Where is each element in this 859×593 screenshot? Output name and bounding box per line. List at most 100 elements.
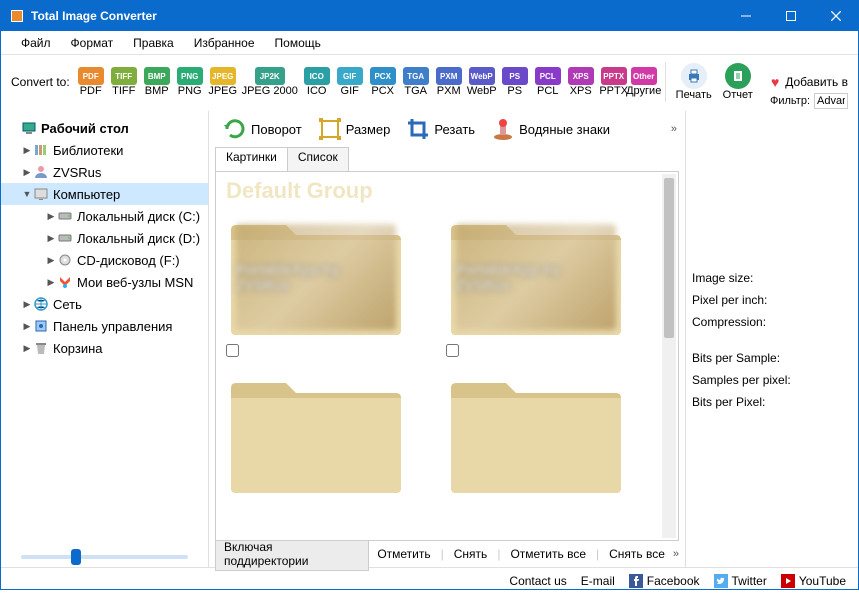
report-button[interactable]: Отчет	[716, 63, 760, 101]
tree-item-pc[interactable]: ▼ Компьютер	[1, 183, 208, 205]
format-tga[interactable]: TGATGA	[401, 67, 431, 97]
folder-thumbnail[interactable]: PortableApp by ZVSRus	[226, 210, 406, 362]
tree-item-user[interactable]: ▶ ZVSRus	[1, 161, 208, 183]
tree-item-drive[interactable]: ▶ Локальный диск (D:)	[1, 227, 208, 249]
email-link[interactable]: E-mail	[581, 574, 615, 588]
uncheck-all-button[interactable]: Снять все	[601, 545, 673, 563]
tree-item-desktop[interactable]: Рабочий стол	[1, 117, 208, 139]
info-panel: Image size: Pixel per inch: Compression:…	[686, 111, 858, 567]
prop-compression: Compression:	[692, 315, 766, 329]
tab-pictures[interactable]: Картинки	[215, 147, 288, 171]
menu-format[interactable]: Формат	[61, 31, 124, 54]
minimize-button[interactable]	[723, 1, 768, 31]
view-tabs: Картинки Список	[209, 147, 685, 171]
user-icon	[33, 164, 49, 180]
include-subdir-button[interactable]: Включая поддиректории	[215, 537, 369, 571]
thumbnail-size-slider[interactable]	[21, 555, 188, 559]
format-pcl[interactable]: PCLPCL	[533, 67, 563, 97]
format-tiff[interactable]: TIFFTIFF	[109, 67, 139, 97]
rotate-icon	[223, 117, 247, 141]
toolbar-overflow-icon[interactable]: »	[671, 123, 677, 135]
printer-icon	[686, 68, 702, 84]
menu-favorites[interactable]: Избранное	[184, 31, 265, 54]
tree-item-net[interactable]: ▶ Сеть	[1, 293, 208, 315]
app-logo-icon	[9, 8, 25, 24]
format-other-label: Другие	[626, 85, 661, 97]
format-other[interactable]: Other Другие	[629, 67, 659, 97]
folder-thumbnail[interactable]	[226, 368, 406, 498]
desktop-icon	[21, 120, 37, 136]
titlebar: Total Image Converter	[1, 1, 858, 31]
format-ps[interactable]: PSPS	[500, 67, 530, 97]
check-all-button[interactable]: Отметить все	[502, 545, 594, 563]
msn-icon	[57, 274, 73, 290]
tree-item-drive[interactable]: ▶ Локальный диск (C:)	[1, 205, 208, 227]
tab-list[interactable]: Список	[287, 147, 349, 171]
format-ico[interactable]: ICOICO	[302, 67, 332, 97]
crop-button[interactable]: Резать	[400, 115, 481, 143]
group-title: Default Group	[226, 178, 668, 204]
format-bmp[interactable]: BMPBMP	[142, 67, 172, 97]
menu-help[interactable]: Помощь	[265, 31, 331, 54]
main-area: Рабочий стол▶ Библиотеки▶ ZVSRus▼ Компью…	[1, 111, 858, 567]
content-panel: Поворот Размер Резать Водяные знаки » Ка…	[209, 111, 686, 567]
format-gif[interactable]: GIFGIF	[335, 67, 365, 97]
rotate-button[interactable]: Поворот	[217, 115, 308, 143]
expand-arrow-icon: ▶	[45, 211, 57, 222]
format-webp[interactable]: WebPWebP	[467, 67, 497, 97]
expand-arrow-icon: ▶	[45, 277, 57, 288]
expand-arrow-icon: ▶	[21, 145, 33, 156]
thumbnail-checkbox[interactable]	[446, 344, 459, 357]
report-icon	[730, 68, 746, 84]
crop-icon	[406, 117, 430, 141]
facebook-link[interactable]: Facebook	[629, 574, 700, 588]
close-button[interactable]	[813, 1, 858, 31]
maximize-button[interactable]	[768, 1, 813, 31]
contact-link[interactable]: Contact us	[509, 574, 566, 588]
youtube-link[interactable]: YouTube	[781, 574, 846, 588]
menu-edit[interactable]: Правка	[123, 31, 184, 54]
uncheck-button[interactable]: Снять	[446, 545, 496, 563]
menubar: Файл Формат Правка Избранное Помощь	[1, 31, 858, 55]
twitter-link[interactable]: Twitter	[714, 574, 767, 588]
heart-icon: ♥	[771, 74, 779, 90]
format-png[interactable]: PNGPNG	[175, 67, 205, 97]
trash-icon	[33, 340, 49, 356]
prop-ppi: Pixel per inch:	[692, 293, 767, 307]
expand-arrow-icon: ▶	[21, 299, 33, 310]
expand-arrow-icon: ▼	[21, 189, 33, 199]
tree-item-msn[interactable]: ▶ Мои веб-узлы MSN	[1, 271, 208, 293]
format-pdf[interactable]: PDFPDF	[76, 67, 106, 97]
watermark-button[interactable]: Водяные знаки	[485, 115, 616, 143]
statusbar: Contact us E-mail Facebook Twitter YouTu…	[1, 567, 858, 593]
edit-toolbar: Поворот Размер Резать Водяные знаки »	[209, 111, 685, 147]
menu-file[interactable]: Файл	[11, 31, 61, 54]
print-button[interactable]: Печать	[672, 63, 716, 101]
folder-thumbnail[interactable]	[446, 368, 626, 498]
check-button[interactable]: Отметить	[369, 545, 438, 563]
format-pcx[interactable]: PCXPCX	[368, 67, 398, 97]
folder-thumbnail[interactable]: PortableApp by ZVSRus	[446, 210, 626, 362]
expand-arrow-icon: ▶	[21, 321, 33, 332]
resize-button[interactable]: Размер	[312, 115, 397, 143]
folder-icon	[226, 368, 406, 498]
format-xps[interactable]: XPSXPS	[566, 67, 596, 97]
thumbnail-checkbox[interactable]	[226, 344, 239, 357]
favorite-link[interactable]: Добавить в	[785, 75, 848, 89]
format-jpeg[interactable]: JPEGJPEG	[208, 67, 238, 97]
tree-item-trash[interactable]: ▶ Корзина	[1, 337, 208, 359]
actions-overflow-icon[interactable]: »	[673, 548, 679, 560]
tree-item-libs[interactable]: ▶ Библиотеки	[1, 139, 208, 161]
format-pptx[interactable]: PPTXPPTX	[599, 67, 629, 97]
stamp-icon	[491, 117, 515, 141]
format-pxm[interactable]: PXMPXM	[434, 67, 464, 97]
prop-image-size: Image size:	[692, 271, 753, 285]
expand-arrow-icon: ▶	[45, 255, 57, 266]
format-jpeg2000[interactable]: JP2KJPEG 2000	[241, 67, 299, 97]
facebook-icon	[629, 574, 643, 588]
convert-label: Convert to:	[11, 75, 70, 89]
tree-item-cp[interactable]: ▶ Панель управления	[1, 315, 208, 337]
tree-item-cd[interactable]: ▶ CD-дисковод (F:)	[1, 249, 208, 271]
filter-input[interactable]	[814, 93, 848, 109]
vertical-scrollbar[interactable]	[662, 174, 676, 538]
